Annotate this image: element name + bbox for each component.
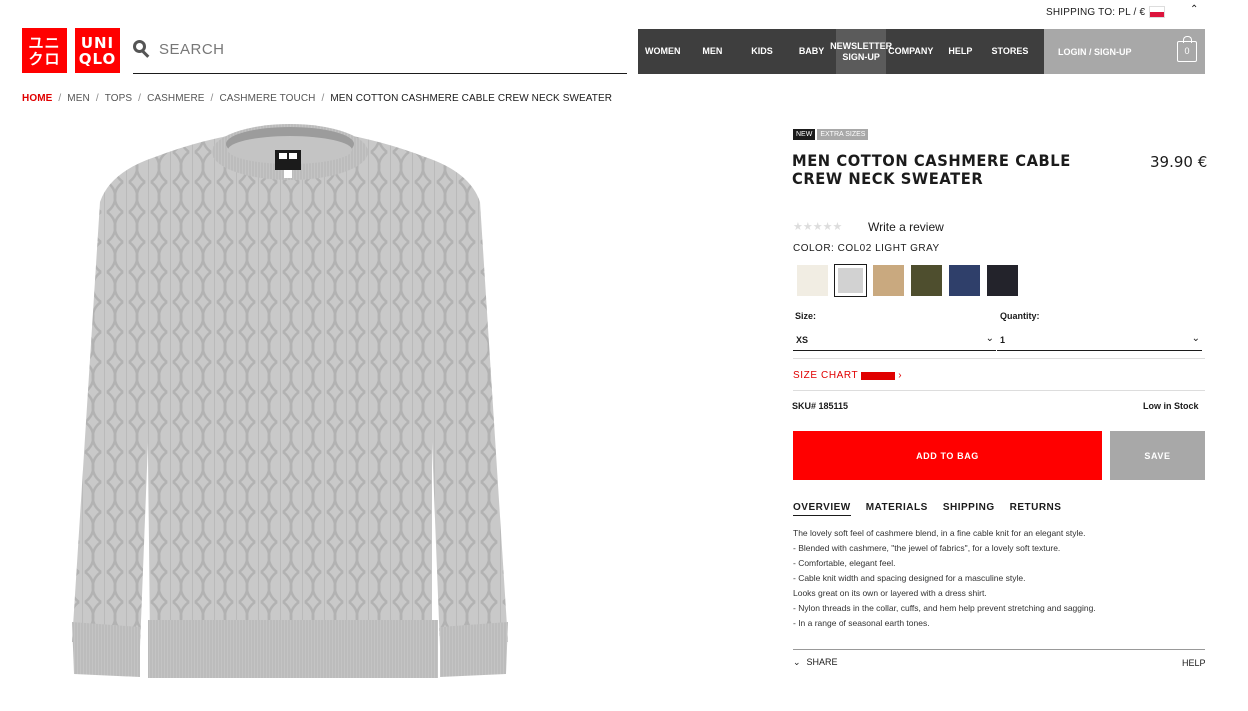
chevron-down-icon: ⌄ [793,657,801,667]
breadcrumb-item[interactable]: HOME [22,93,52,104]
tab-shipping[interactable]: SHIPPING [943,502,995,516]
color-swatch[interactable] [911,265,942,296]
color-label: COLOR: COL02 LIGHT GRAY [793,243,940,254]
breadcrumb-item: MEN COTTON CASHMERE CABLE CREW NECK SWEA… [330,93,613,104]
breadcrumb-separator: / [321,93,325,104]
main-nav: WOMEN MEN KIDS BABY NEWSLETTER SIGN-UP COMPAN… [638,29,1044,74]
breadcrumb-separator: / [95,93,99,104]
breadcrumb-item[interactable]: TOPS [105,93,132,104]
search-bar [133,36,627,74]
write-review-link[interactable]: Write a review [868,220,944,234]
chevron-down-icon: ⌄ [1191,333,1200,344]
quantity-select[interactable]: 1 ⌄ [997,331,1202,351]
breadcrumb-item[interactable]: MEN [67,93,90,104]
extra-sizes-badge: EXTRA SIZES [817,129,869,140]
color-swatch[interactable] [834,264,867,297]
nav-item-stores[interactable]: STORES [985,46,1035,57]
tab-returns[interactable]: RETURNS [1010,502,1062,516]
nav-item-men[interactable]: MEN [688,46,738,57]
quantity-label: Quantity: [1000,311,1040,321]
description-line: The lovely soft feel of cashmere blend, … [793,528,1086,538]
size-label: Size: [795,311,817,321]
nav-item-women[interactable]: WOMEN [638,46,688,57]
add-to-bag-button[interactable]: ADD TO BAG [793,431,1102,480]
shipping-label: SHIPPING TO: PL / € [1046,6,1146,18]
color-swatch[interactable] [949,265,980,296]
product-title: MEN COTTON CASHMERE CABLE CREW NECK SWEA… [792,151,1071,188]
breadcrumb-separator: / [210,93,214,104]
quantity-value: 1 [1000,335,1006,345]
stock-status: Low in Stock [1143,401,1199,411]
size-select[interactable]: XS ⌄ [793,331,996,351]
product-price: 39.90 € [1150,153,1208,171]
tab-materials[interactable]: MATERIALS [866,502,928,516]
product-description: The lovely soft feel of cashmere blend, … [793,526,1205,631]
color-swatches [797,264,1018,297]
product-badges: NEW EXTRA SIZES [793,129,869,140]
divider [793,358,1205,359]
color-swatch[interactable] [797,265,828,296]
chevron-right-icon: › [898,370,903,381]
logo-latin: UNI QLO [75,28,120,73]
description-line: Looks great on its own or layered with a… [793,588,987,598]
rating-stars: ★★★★★ [793,221,843,233]
search-input[interactable] [159,41,599,58]
description-line: - Cable knit width and spacing designed … [793,573,1026,583]
product-tabs: OVERVIEW MATERIALS SHIPPING RETURNS [793,502,1061,516]
shipping-selector[interactable]: SHIPPING TO: PL / € [1046,6,1166,18]
chevron-up-icon[interactable]: ⌃ [1190,4,1198,15]
color-swatch[interactable] [873,265,904,296]
nav-item-baby[interactable]: BABY [787,46,837,57]
share-toggle[interactable]: ⌄ SHARE [793,657,838,668]
ruler-icon [861,371,896,380]
chevron-down-icon: ⌄ [985,333,994,344]
share-label: SHARE [806,657,838,667]
breadcrumb: HOME / MEN / TOPS / CASHMERE / CASHMERE TOUCH / ME… [22,93,612,104]
search-icon[interactable] [133,40,151,58]
nav-item-newsletter-sign-up[interactable]: NEWSLETTER SIGN-UP [830,29,892,74]
description-line: - Nylon threads in the collar, cuffs, an… [793,603,1096,613]
divider [793,390,1205,391]
breadcrumb-item[interactable]: CASHMERE TOUCH [219,93,315,104]
uniqlo-logo[interactable]: ユニ クロ UNI QLO [22,28,120,73]
new-badge: NEW [793,129,816,140]
breadcrumb-separator: / [58,93,62,104]
product-image [72,124,508,678]
help-link[interactable]: HELP [1182,658,1206,668]
description-line: - In a range of seasonal earth tones. [793,618,930,628]
nav-item-company[interactable]: COMPANY [886,46,936,57]
description-line: - Comfortable, elegant feel. [793,558,896,568]
logo-katakana: ユニ クロ [22,28,67,73]
size-chart-label: SIZE CHART [793,370,859,381]
color-swatch[interactable] [987,265,1018,296]
shopping-bag-icon[interactable]: 0 [1177,36,1197,62]
size-value: XS [796,335,809,345]
divider [793,649,1205,650]
breadcrumb-separator: / [138,93,142,104]
breadcrumb-item[interactable]: CASHMERE [147,93,204,104]
poland-flag-icon [1149,6,1166,18]
description-line: - Blended with cashmere, "the jewel of f… [793,543,1061,553]
save-button[interactable]: SAVE [1110,431,1205,480]
nav-item-kids[interactable]: KIDS [737,46,787,57]
nav-item-help[interactable]: HELP [936,46,986,57]
size-chart-link[interactable]: SIZE CHART › [793,370,902,381]
sku-number: SKU# 185115 [792,401,849,411]
tab-overview[interactable]: OVERVIEW [793,502,851,516]
